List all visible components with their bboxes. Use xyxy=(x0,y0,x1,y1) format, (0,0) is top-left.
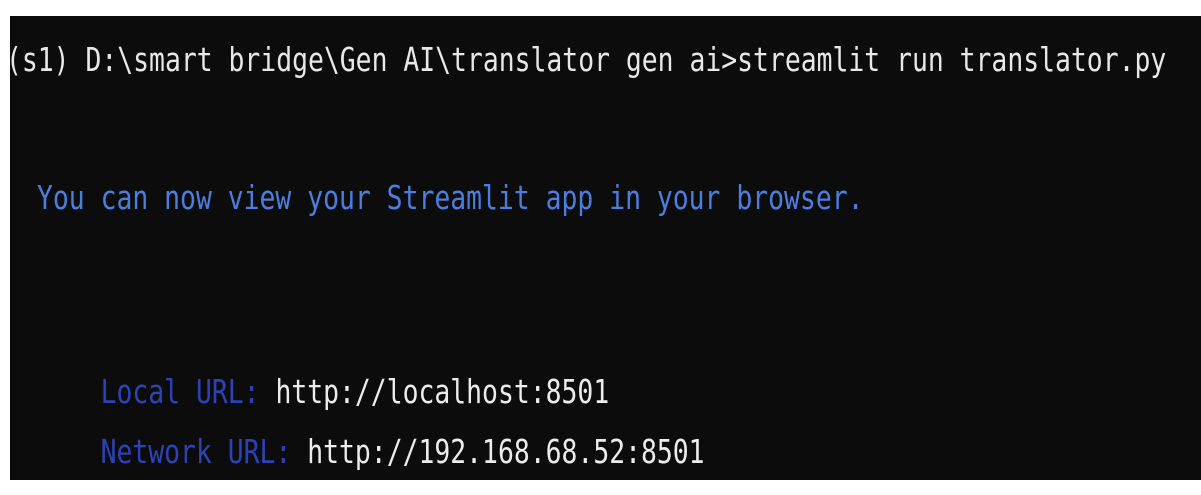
network-url-line: Network URL: http://192.168.68.52:8501 xyxy=(37,392,705,480)
terminal-window[interactable]: (s1) D:\smart bridge\Gen AI\translator g… xyxy=(10,16,1201,480)
command-line: (s1) D:\smart bridge\Gen AI\translator g… xyxy=(10,40,1167,79)
network-url-link[interactable]: http://192.168.68.52:8501 xyxy=(307,432,704,471)
network-url-label: Network URL: xyxy=(100,432,292,471)
streamlit-info-message: You can now view your Streamlit app in y… xyxy=(37,178,864,217)
